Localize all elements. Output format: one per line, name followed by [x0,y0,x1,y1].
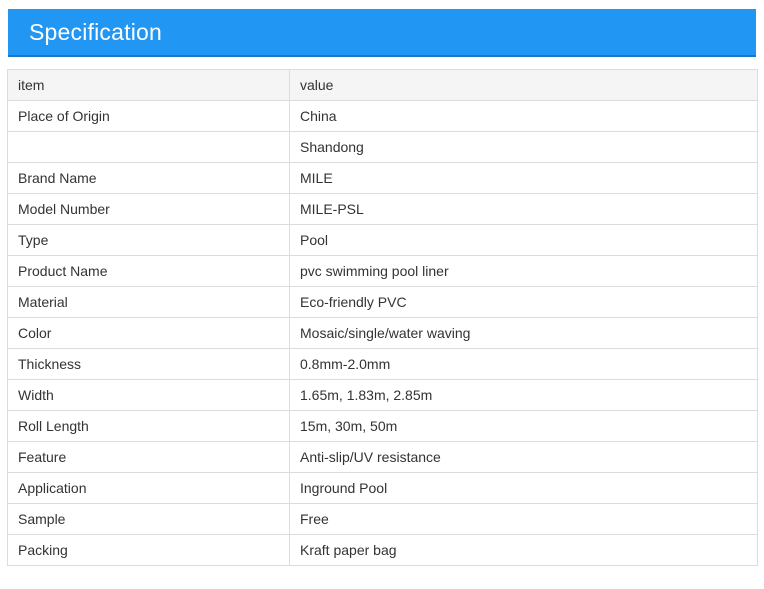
row-item-cell: Color [7,317,290,349]
row-item-cell: Type [7,224,290,256]
table-row: Packing Kraft paper bag [7,534,758,566]
table-row: Color Mosaic/single/water waving [7,317,758,349]
row-item-cell: Model Number [7,193,290,225]
row-item-cell: Place of Origin [7,100,290,132]
row-item-cell: Feature [7,441,290,473]
column-header-item: item [7,69,290,101]
row-value-cell: Free [289,503,758,535]
row-item-cell: Packing [7,534,290,566]
row-value-cell: Anti-slip/UV resistance [289,441,758,473]
row-item-cell: Product Name [7,255,290,287]
table-row: Width 1.65m, 1.83m, 2.85m [7,379,758,411]
table-row: Roll Length 15m, 30m, 50m [7,410,758,442]
table-row: Thickness 0.8mm-2.0mm [7,348,758,380]
row-value-cell: pvc swimming pool liner [289,255,758,287]
table-row: Product Name pvc swimming pool liner [7,255,758,287]
row-item-cell: Width [7,379,290,411]
table-row: Application Inground Pool [7,472,758,504]
row-value-cell: Mosaic/single/water waving [289,317,758,349]
specification-table: item value Place of Origin China Shandong B… [7,69,758,566]
table-row: Place of Origin China [7,100,758,132]
specification-header: Specification [8,9,756,57]
row-value-cell: Eco-friendly PVC [289,286,758,318]
row-item-cell [7,131,290,163]
table-header-row: item value [7,69,758,101]
specification-table-body: item value Place of Origin China Shandong B… [7,69,758,566]
row-value-cell: Kraft paper bag [289,534,758,566]
row-value-cell: MILE-PSL [289,193,758,225]
table-row: Sample Free [7,503,758,535]
row-item-cell: Roll Length [7,410,290,442]
row-value-cell: 1.65m, 1.83m, 2.85m [289,379,758,411]
column-header-value: value [289,69,758,101]
row-item-cell: Brand Name [7,162,290,194]
row-value-cell: Shandong [289,131,758,163]
table-row: Brand Name MILE [7,162,758,194]
row-item-cell: Thickness [7,348,290,380]
row-value-cell: Inground Pool [289,472,758,504]
table-row: Model Number MILE-PSL [7,193,758,225]
row-value-cell: MILE [289,162,758,194]
table-row: Shandong [7,131,758,163]
table-row: Type Pool [7,224,758,256]
row-value-cell: 15m, 30m, 50m [289,410,758,442]
row-value-cell: 0.8mm-2.0mm [289,348,758,380]
row-value-cell: China [289,100,758,132]
page-title: Specification [29,18,163,45]
row-item-cell: Application [7,472,290,504]
table-row: Material Eco-friendly PVC [7,286,758,318]
row-item-cell: Sample [7,503,290,535]
row-value-cell: Pool [289,224,758,256]
table-row: Feature Anti-slip/UV resistance [7,441,758,473]
row-item-cell: Material [7,286,290,318]
